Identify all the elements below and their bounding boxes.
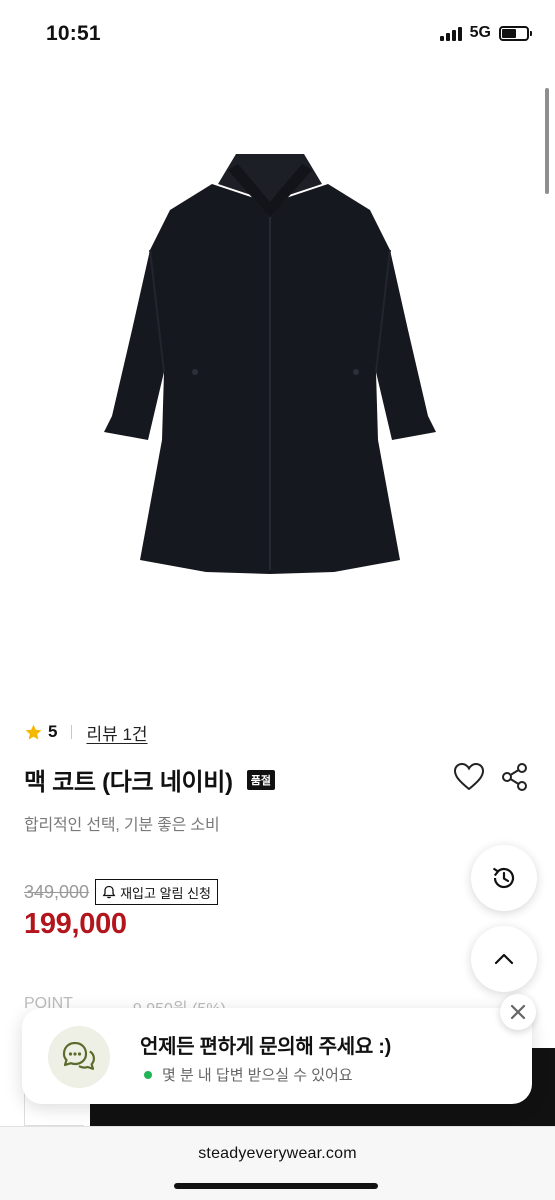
product-title-row: 맥 코트 (다크 네이비) 품절 xyxy=(24,762,275,797)
online-status-dot xyxy=(144,1070,152,1079)
close-toast-button[interactable] xyxy=(500,994,536,1030)
scroll-top-button[interactable] xyxy=(471,926,537,992)
chat-icon-badge xyxy=(48,1026,110,1088)
bell-icon xyxy=(102,885,116,899)
url-text[interactable]: steadyeverywear.com xyxy=(0,1145,555,1163)
chat-bubbles-icon xyxy=(62,1041,95,1070)
title-actions xyxy=(453,762,529,792)
signal-icon xyxy=(439,25,462,41)
home-indicator[interactable] xyxy=(174,1183,378,1189)
rating-value: 5 xyxy=(48,722,58,741)
product-image[interactable] xyxy=(90,140,470,600)
chevron-up-icon xyxy=(494,953,514,965)
product-title: 맥 코트 (다크 네이비) xyxy=(24,769,233,796)
network-type: 5G xyxy=(469,24,491,41)
chat-toast-title: 언제든 편하게 문의해 주세요 :) xyxy=(140,1036,391,1058)
original-price: 349,000 xyxy=(24,881,90,902)
chat-toast-status-text: 몇 분 내 답변 받으실 수 있어요 xyxy=(162,1067,353,1084)
close-icon xyxy=(510,1004,526,1020)
history-icon xyxy=(492,867,515,889)
chat-toast-status: 몇 분 내 답변 받으실 수 있어요 xyxy=(144,1064,353,1085)
status-bar: 10:51 5G xyxy=(0,0,555,72)
price-row: 349,000 재입고 알림 신청 xyxy=(24,879,219,905)
scroll-indicator[interactable] xyxy=(545,88,549,194)
status-indicators: 5G xyxy=(439,24,532,42)
status-time: 10:51 xyxy=(46,22,101,45)
sale-price: 199,000 xyxy=(24,908,127,940)
browser-address-bar[interactable]: steadyeverywear.com xyxy=(0,1126,555,1200)
recent-history-button[interactable] xyxy=(471,845,537,911)
chat-toast[interactable]: 언제든 편하게 문의해 주세요 :) 몇 분 내 답변 받으실 수 있어요 xyxy=(22,1008,532,1104)
divider xyxy=(71,725,73,739)
battery-icon xyxy=(499,25,532,41)
product-subtitle: 합리적인 선택, 기분 좋은 소비 xyxy=(24,817,220,834)
star-icon xyxy=(25,724,42,740)
soldout-badge: 품절 xyxy=(246,769,275,790)
rating-row: 5 리뷰 1건 xyxy=(24,720,148,744)
heart-icon[interactable] xyxy=(453,762,485,792)
share-icon[interactable] xyxy=(501,762,529,792)
restock-alert-button[interactable]: 재입고 알림 신청 xyxy=(95,879,219,905)
restock-alert-label: 재입고 알림 신청 xyxy=(120,885,212,901)
review-link[interactable]: 리뷰 1건 xyxy=(86,720,147,745)
